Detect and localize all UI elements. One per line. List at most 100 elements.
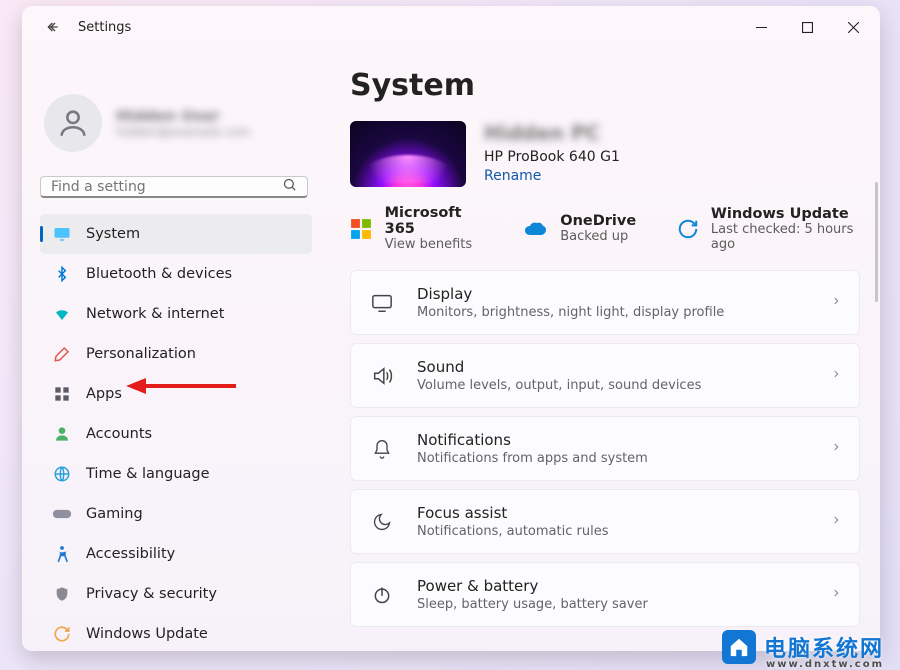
sidebar-item-label: Network & internet <box>86 306 224 322</box>
device-block: Hidden PC HP ProBook 640 G1 Rename <box>350 121 860 187</box>
device-thumbnail <box>350 121 466 187</box>
profile-name: Hidden User <box>116 107 250 125</box>
status-title: Microsoft 365 <box>385 205 483 237</box>
apps-icon <box>52 384 72 404</box>
minimize-icon <box>756 22 767 33</box>
status-row: Microsoft 365 View benefits OneDrive Bac… <box>350 205 860 252</box>
settings-window: Settings Hidden User hidden@example.com <box>22 6 880 651</box>
card-title: Focus assist <box>417 504 608 522</box>
card-title: Sound <box>417 358 701 376</box>
bluetooth-icon <box>52 264 72 284</box>
sidebar: Hidden User hidden@example.com System Blu… <box>22 48 322 651</box>
sidebar-item-system[interactable]: System <box>40 214 312 254</box>
status-m365[interactable]: Microsoft 365 View benefits <box>350 205 482 252</box>
monitor-icon <box>52 224 72 244</box>
profile-block[interactable]: Hidden User hidden@example.com <box>40 54 312 172</box>
sidebar-item-gaming[interactable]: Gaming <box>40 494 312 534</box>
status-title: Windows Update <box>711 206 860 222</box>
power-icon <box>369 582 395 608</box>
card-focus[interactable]: Focus assist Notifications, automatic rul… <box>350 489 860 554</box>
device-model: HP ProBook 640 G1 <box>484 149 620 165</box>
status-sub: Last checked: 5 hours ago <box>711 222 860 252</box>
status-onedrive[interactable]: OneDrive Backed up <box>522 205 636 252</box>
page-title: System <box>350 68 860 103</box>
main-content: System Hidden PC HP ProBook 640 G1 Renam… <box>322 48 880 651</box>
chevron-right-icon <box>831 585 841 604</box>
sidebar-item-time[interactable]: Time & language <box>40 454 312 494</box>
maximize-icon <box>802 22 813 33</box>
rename-link[interactable]: Rename <box>484 168 620 184</box>
sidebar-item-label: Accessibility <box>86 546 175 562</box>
shield-icon <box>52 584 72 604</box>
search-input[interactable] <box>51 179 282 195</box>
settings-cards: Display Monitors, brightness, night light… <box>350 270 860 627</box>
sidebar-item-label: Bluetooth & devices <box>86 266 232 282</box>
arrow-left-icon <box>45 19 61 35</box>
sidebar-item-personalize[interactable]: Personalization <box>40 334 312 374</box>
sidebar-item-label: Privacy & security <box>86 586 217 602</box>
chevron-right-icon <box>831 293 841 312</box>
sidebar-item-privacy[interactable]: Privacy & security <box>40 574 312 614</box>
sidebar-item-label: Time & language <box>86 466 210 482</box>
sidebar-item-bluetooth[interactable]: Bluetooth & devices <box>40 254 312 294</box>
brush-icon <box>52 344 72 364</box>
sidebar-item-label: Gaming <box>86 506 143 522</box>
card-subtitle: Monitors, brightness, night light, displ… <box>417 305 724 320</box>
card-subtitle: Notifications from apps and system <box>417 451 648 466</box>
watermark: 电脑系统网 www.dnxtw.com <box>722 630 884 664</box>
moon-icon <box>369 509 395 535</box>
sound-icon <box>369 363 395 389</box>
sidebar-item-apps[interactable]: Apps <box>40 374 312 414</box>
gamepad-icon <box>52 504 72 524</box>
search-box[interactable] <box>40 176 308 198</box>
sidebar-item-label: System <box>86 226 140 242</box>
wifi-icon <box>52 304 72 324</box>
person-icon <box>52 424 72 444</box>
sidebar-item-label: Personalization <box>86 346 196 362</box>
status-sub: Backed up <box>560 229 636 244</box>
close-button[interactable] <box>830 11 876 43</box>
sidebar-item-update[interactable]: Windows Update <box>40 614 312 651</box>
card-display[interactable]: Display Monitors, brightness, night light… <box>350 270 860 335</box>
sidebar-item-network[interactable]: Network & internet <box>40 294 312 334</box>
back-button[interactable] <box>36 10 70 44</box>
card-subtitle: Volume levels, output, input, sound devi… <box>417 378 701 393</box>
watermark-url: www.dnxtw.com <box>766 659 884 670</box>
card-power[interactable]: Power & battery Sleep, battery usage, bat… <box>350 562 860 627</box>
update-icon <box>52 624 72 644</box>
card-subtitle: Sleep, battery usage, battery saver <box>417 597 648 612</box>
search-icon <box>282 177 297 196</box>
window-title: Settings <box>78 20 131 35</box>
sidebar-item-label: Accounts <box>86 426 152 442</box>
sidebar-item-accounts[interactable]: Accounts <box>40 414 312 454</box>
titlebar: Settings <box>22 6 880 48</box>
chevron-right-icon <box>831 439 841 458</box>
sidebar-item-label: Windows Update <box>86 626 208 642</box>
globe-icon <box>52 464 72 484</box>
maximize-button[interactable] <box>784 11 830 43</box>
onedrive-icon <box>522 216 548 242</box>
card-subtitle: Notifications, automatic rules <box>417 524 608 539</box>
profile-email: hidden@example.com <box>116 125 250 139</box>
card-notifications[interactable]: Notifications Notifications from apps and… <box>350 416 860 481</box>
chevron-right-icon <box>831 512 841 531</box>
chevron-right-icon <box>831 366 841 385</box>
display-icon <box>369 290 395 316</box>
status-title: OneDrive <box>560 213 636 229</box>
sidebar-item-accessibility[interactable]: Accessibility <box>40 534 312 574</box>
m365-icon <box>350 216 373 242</box>
minimize-button[interactable] <box>738 11 784 43</box>
close-icon <box>848 22 859 33</box>
avatar <box>44 94 102 152</box>
card-title: Notifications <box>417 431 648 449</box>
status-update[interactable]: Windows Update Last checked: 5 hours ago <box>676 205 860 252</box>
scrollbar[interactable] <box>875 182 878 302</box>
bell-icon <box>369 436 395 462</box>
card-title: Display <box>417 285 724 303</box>
accessibility-icon <box>52 544 72 564</box>
card-sound[interactable]: Sound Volume levels, output, input, sound… <box>350 343 860 408</box>
sidebar-nav: System Bluetooth & devices Network & inter… <box>40 214 312 651</box>
update-icon <box>676 216 699 242</box>
sidebar-item-label: Apps <box>86 386 122 402</box>
card-title: Power & battery <box>417 577 648 595</box>
